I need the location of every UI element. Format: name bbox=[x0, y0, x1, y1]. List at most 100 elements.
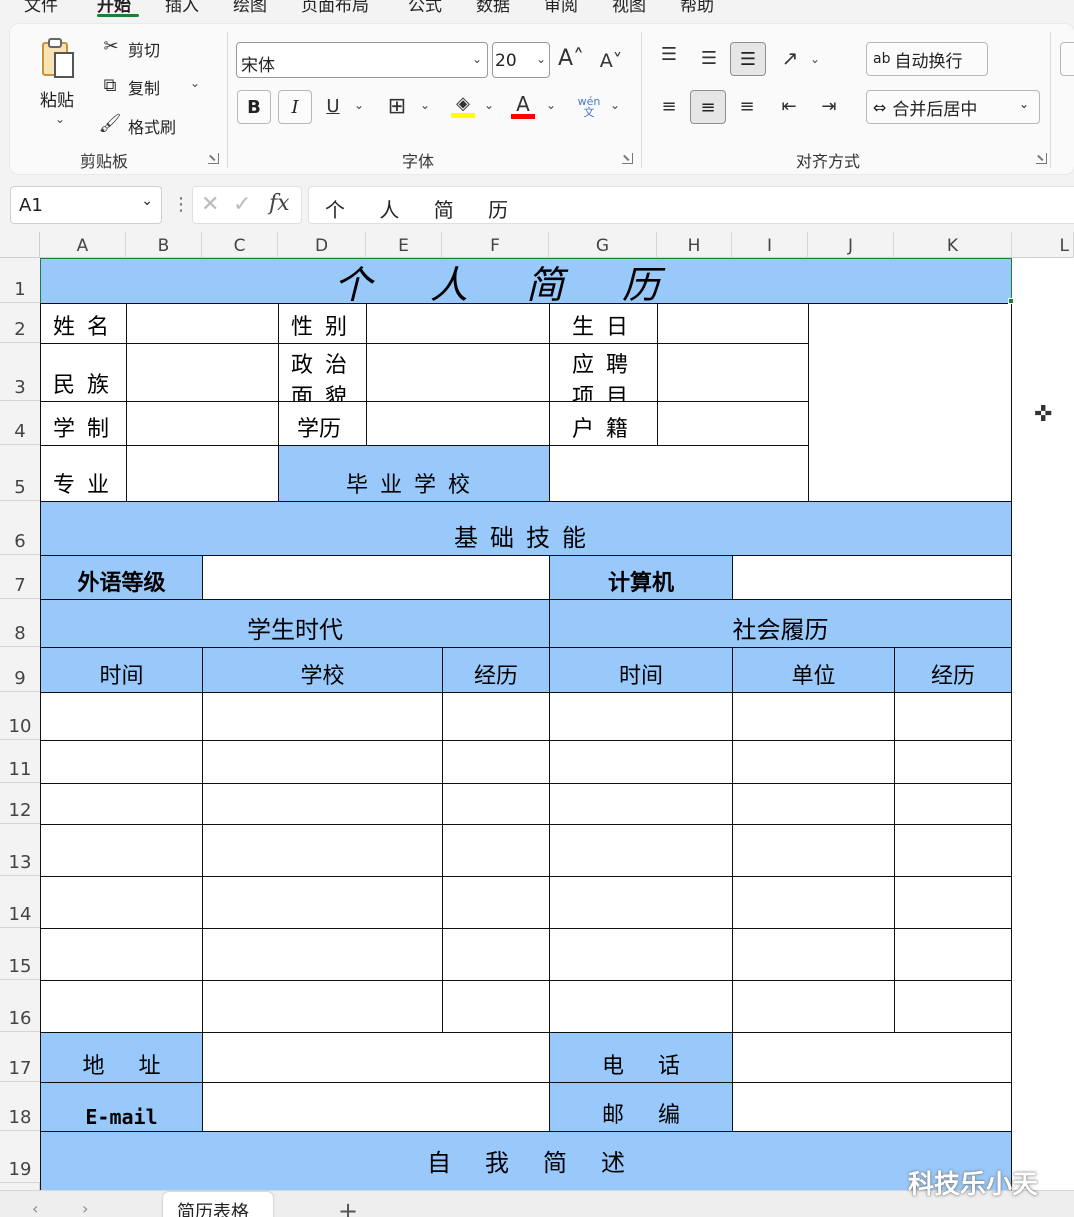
history-cell[interactable] bbox=[40, 740, 203, 784]
label-language-level[interactable]: 外语等级 bbox=[40, 555, 203, 600]
history-cell[interactable] bbox=[40, 692, 203, 741]
column-header[interactable]: D bbox=[278, 232, 366, 258]
value-language-level[interactable] bbox=[202, 555, 550, 600]
section-student-era[interactable]: 学生时代 bbox=[40, 599, 550, 648]
format-painter-button[interactable]: 格式刷 bbox=[128, 114, 176, 138]
history-cell[interactable] bbox=[442, 824, 550, 877]
history-cell[interactable] bbox=[549, 740, 733, 784]
row-header[interactable]: 1 bbox=[0, 258, 40, 303]
next-sheet-icon[interactable]: › bbox=[82, 1199, 88, 1217]
decrease-font-icon[interactable]: A˅ bbox=[598, 46, 624, 76]
underline-button[interactable]: U bbox=[322, 92, 344, 122]
history-cell[interactable] bbox=[442, 928, 550, 981]
alignment-launcher-icon[interactable] bbox=[1036, 153, 1047, 164]
label-postcode[interactable]: 邮编 bbox=[549, 1082, 733, 1132]
history-cell[interactable] bbox=[202, 692, 443, 741]
column-header[interactable]: C bbox=[202, 232, 278, 258]
menu-page-layout[interactable]: 页面布局 bbox=[301, 0, 369, 16]
paste-dropdown-chevron-icon[interactable]: ⌄ bbox=[55, 112, 65, 126]
wrap-text-button[interactable]: ab 自动换行 bbox=[866, 42, 988, 76]
column-header[interactable]: G bbox=[549, 232, 657, 258]
label-address[interactable]: 地址 bbox=[40, 1032, 203, 1083]
history-cell[interactable] bbox=[732, 692, 895, 741]
history-cell[interactable] bbox=[442, 783, 550, 825]
header-time[interactable]: 时间 bbox=[40, 647, 203, 693]
history-cell[interactable] bbox=[40, 980, 203, 1033]
menu-formulas[interactable]: 公式 bbox=[408, 0, 442, 16]
font-name-chevron-icon[interactable]: ⌄ bbox=[472, 52, 482, 66]
font-size-chevron-icon[interactable]: ⌄ bbox=[536, 52, 546, 66]
row-header[interactable]: 4 bbox=[0, 401, 40, 445]
row-header[interactable]: 12 bbox=[0, 783, 40, 824]
row-header[interactable]: 14 bbox=[0, 876, 40, 928]
history-cell[interactable] bbox=[202, 783, 443, 825]
column-header[interactable]: B bbox=[126, 232, 202, 258]
clipboard-launcher-icon[interactable] bbox=[208, 153, 219, 164]
label-email[interactable]: E-mail bbox=[40, 1082, 203, 1132]
history-cell[interactable] bbox=[549, 876, 733, 929]
paste-icon[interactable] bbox=[38, 36, 78, 82]
value-birthday[interactable] bbox=[657, 303, 809, 344]
history-cell[interactable] bbox=[549, 980, 733, 1033]
fill-color-icon[interactable]: ◈ bbox=[450, 90, 476, 122]
worksheet[interactable]: A B C D E F G H I J K L 1 2 3 4 5 6 7 8 … bbox=[0, 232, 1074, 1190]
column-header[interactable]: F bbox=[442, 232, 549, 258]
label-computer[interactable]: 计算机 bbox=[549, 555, 733, 600]
merge-center-button[interactable]: ⇔ 合并后居中 ⌄ bbox=[866, 90, 1040, 124]
header-experience[interactable]: 经历 bbox=[894, 647, 1012, 693]
cancel-icon[interactable]: ✕ bbox=[201, 192, 219, 217]
row-header[interactable]: 13 bbox=[0, 824, 40, 876]
row-header[interactable]: 16 bbox=[0, 980, 40, 1032]
row-header[interactable]: 6 bbox=[0, 501, 40, 555]
history-cell[interactable] bbox=[442, 740, 550, 784]
fill-handle[interactable] bbox=[1008, 298, 1014, 304]
row-header[interactable]: 19 bbox=[0, 1131, 40, 1183]
history-cell[interactable] bbox=[894, 783, 1012, 825]
insert-function-icon[interactable]: fx bbox=[269, 191, 290, 216]
row-header[interactable]: 17 bbox=[0, 1032, 40, 1082]
row-header[interactable]: 2 bbox=[0, 303, 40, 343]
history-cell[interactable] bbox=[202, 740, 443, 784]
phonetic-guide-icon[interactable]: wén 文 bbox=[574, 92, 604, 122]
label-name[interactable]: 姓名 bbox=[40, 303, 127, 344]
label-schooling[interactable]: 学制 bbox=[40, 401, 127, 446]
row-header[interactable]: 7 bbox=[0, 555, 40, 599]
label-ethnicity[interactable]: 民族 bbox=[40, 343, 127, 402]
menu-draw[interactable]: 绘图 bbox=[233, 0, 267, 16]
decrease-indent-icon[interactable]: ⇤ bbox=[776, 94, 802, 120]
history-cell[interactable] bbox=[894, 740, 1012, 784]
resume-title-cell[interactable]: 个人简历 bbox=[40, 258, 1012, 304]
menu-file[interactable]: 文件 bbox=[24, 0, 58, 16]
history-cell[interactable] bbox=[894, 980, 1012, 1033]
menu-view[interactable]: 视图 bbox=[612, 0, 646, 16]
align-middle-icon[interactable]: ☰ bbox=[696, 46, 722, 72]
font-color-chevron-icon[interactable]: ⌄ bbox=[546, 98, 556, 112]
label-political-status[interactable]: 政治 面貌 bbox=[278, 343, 367, 402]
orientation-icon[interactable]: ↗ bbox=[776, 44, 804, 72]
column-header[interactable]: E bbox=[366, 232, 442, 258]
history-cell[interactable] bbox=[894, 824, 1012, 877]
row-header[interactable]: 9 bbox=[0, 647, 40, 692]
cut-button[interactable]: 剪切 bbox=[128, 37, 160, 61]
history-cell[interactable] bbox=[202, 980, 443, 1033]
header-school[interactable]: 学校 bbox=[202, 647, 443, 693]
orientation-chevron-icon[interactable]: ⌄ bbox=[810, 52, 820, 66]
history-cell[interactable] bbox=[549, 824, 733, 877]
history-cell[interactable] bbox=[202, 928, 443, 981]
value-name[interactable] bbox=[126, 303, 279, 344]
history-cell[interactable] bbox=[442, 980, 550, 1033]
history-cell[interactable] bbox=[732, 876, 895, 929]
value-computer[interactable] bbox=[732, 555, 1012, 600]
value-postcode[interactable] bbox=[732, 1082, 1012, 1132]
label-birthday[interactable]: 生日 bbox=[549, 303, 658, 344]
value-hukou[interactable] bbox=[657, 401, 809, 446]
value-email[interactable] bbox=[202, 1082, 550, 1132]
value-applied-position[interactable] bbox=[657, 343, 809, 402]
phonetic-chevron-icon[interactable]: ⌄ bbox=[610, 98, 620, 112]
border-chevron-icon[interactable]: ⌄ bbox=[420, 98, 430, 112]
label-education[interactable]: 学历 bbox=[278, 401, 367, 446]
font-name-select[interactable]: 宋体 bbox=[236, 42, 488, 78]
value-address[interactable] bbox=[202, 1032, 550, 1083]
number-format-select[interactable] bbox=[1060, 42, 1074, 76]
prev-sheet-icon[interactable]: ‹ bbox=[32, 1199, 38, 1217]
